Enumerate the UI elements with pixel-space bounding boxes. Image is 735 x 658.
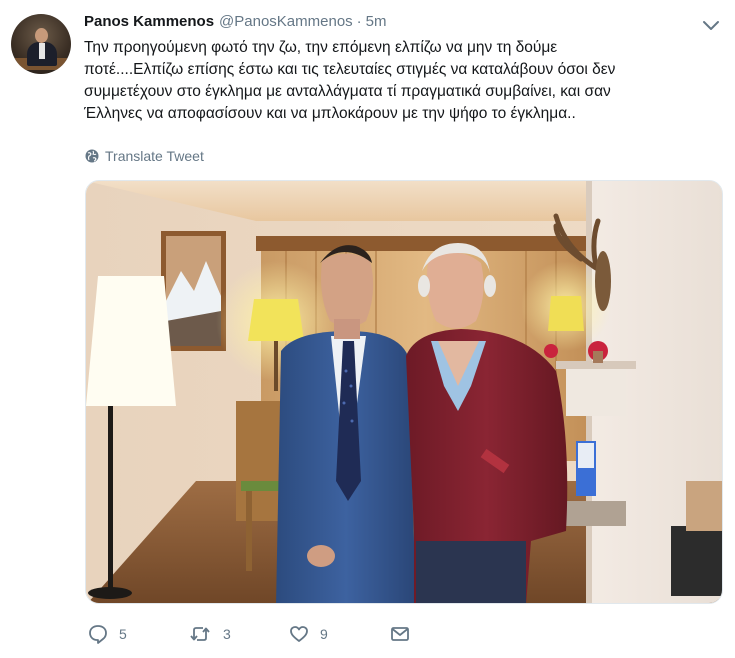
reply-button[interactable]: 5: [88, 620, 127, 648]
tweet-photo[interactable]: [85, 180, 723, 604]
tweet-text-line: Την προηγούμενη φωτό την ζω, την επόμενη…: [84, 39, 558, 56]
tweet-text-line: ποτέ....Ελπίζω επίσης έστω και τις τελευ…: [84, 61, 616, 78]
separator-dot: ·: [356, 13, 362, 30]
like-count: 9: [320, 626, 328, 642]
chevron-down-icon: [703, 21, 719, 30]
like-button[interactable]: 9: [289, 620, 328, 648]
retweet-arrows-icon: [190, 627, 210, 641]
tweet-header: Panos Kammenos @PanosKammenos · 5m: [84, 13, 387, 33]
translate-label: Translate Tweet: [105, 148, 204, 164]
tweet: Panos Kammenos @PanosKammenos · 5m Την π…: [0, 0, 735, 658]
envelope-icon: [391, 627, 409, 641]
avatar-shirt: [39, 43, 45, 59]
direct-message-button[interactable]: [390, 620, 410, 648]
avatar[interactable]: [11, 14, 71, 74]
tweet-menu-button[interactable]: [702, 16, 720, 34]
retweet-count: 3: [223, 626, 231, 642]
author-name[interactable]: Panos Kammenos: [84, 13, 214, 30]
timestamp[interactable]: 5m: [366, 13, 387, 30]
tweet-text-line: συμμετέχουν στο έγκλημα με ανταλλάγματα …: [84, 83, 611, 100]
translate-tweet-link[interactable]: Translate Tweet: [85, 146, 204, 166]
speech-bubble-icon: [89, 625, 107, 644]
tweet-text: Την προηγούμενη φωτό την ζω, την επόμενη…: [84, 37, 724, 125]
author-handle[interactable]: @PanosKammenos: [219, 13, 353, 30]
photo-image: [86, 181, 722, 603]
avatar-head: [35, 28, 48, 43]
tweet-actions: 5 3 9: [0, 620, 735, 650]
globe-icon: [85, 149, 99, 163]
heart-icon: [290, 626, 308, 642]
reply-count: 5: [119, 626, 127, 642]
retweet-button[interactable]: 3: [188, 620, 231, 648]
tweet-text-line: Έλληνες να αποφασίσουν και να μπλοκάρουν…: [84, 105, 576, 122]
